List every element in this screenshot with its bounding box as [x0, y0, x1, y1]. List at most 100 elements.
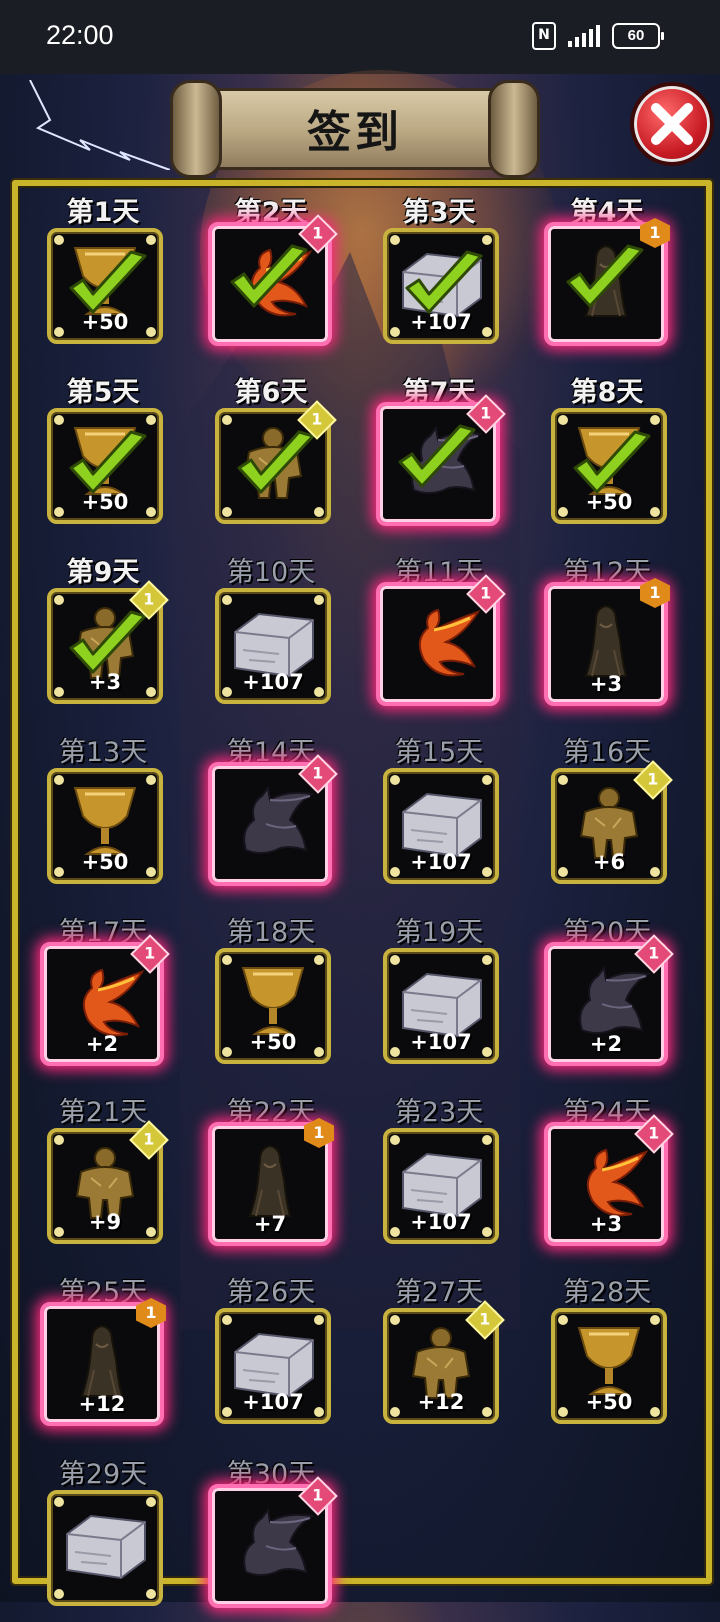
reward-amount: +9: [88, 1210, 122, 1234]
day-label: 第19天: [394, 917, 484, 948]
day-reward-cell[interactable]: 第24天 +3 1: [524, 1090, 690, 1260]
lightning-icon: [29, 80, 170, 170]
reward-tile[interactable]: +50: [47, 768, 163, 884]
status-bar: 22:00 N 60: [0, 0, 720, 74]
reward-tile[interactable]: +9 1: [47, 1120, 169, 1244]
day-reward-cell[interactable]: 第18天 +50: [188, 910, 354, 1080]
reward-amount: +50: [585, 1390, 633, 1414]
reward-tile[interactable]: +107: [383, 228, 499, 344]
reward-tile[interactable]: +107: [383, 1128, 499, 1244]
reward-amount: +3: [589, 672, 623, 696]
reward-tile[interactable]: +50: [551, 1308, 667, 1424]
reward-tile[interactable]: 1: [544, 218, 670, 346]
reward-tile[interactable]: +50: [47, 228, 163, 344]
day-label: 第10天: [226, 557, 316, 588]
reward-tile[interactable]: +107: [215, 588, 331, 704]
checkmark-icon: [226, 244, 310, 314]
close-button[interactable]: [630, 82, 714, 166]
reward-tile[interactable]: 1: [376, 394, 506, 526]
reward-tile[interactable]: 1: [215, 400, 337, 524]
day-reward-cell[interactable]: 第25天 +12 1: [20, 1270, 186, 1440]
reward-tile[interactable]: +107: [383, 948, 499, 1064]
reward-tile[interactable]: +2 1: [40, 934, 170, 1066]
wraith-icon: [562, 600, 650, 680]
day-reward-cell[interactable]: 第4天 1: [524, 190, 690, 360]
wraith-icon: [226, 1140, 314, 1220]
rank-badge-text: 1: [143, 1129, 155, 1149]
reward-tile[interactable]: +3 1: [47, 580, 169, 704]
day-reward-cell[interactable]: 第6天 1: [188, 370, 354, 540]
day-label: 第26天: [226, 1277, 316, 1308]
reward-amount: +50: [81, 850, 129, 874]
day-label: 第29天: [58, 1459, 148, 1490]
reward-tile[interactable]: +6 1: [551, 760, 673, 884]
reward-tile[interactable]: 1: [208, 754, 338, 886]
day-reward-cell[interactable]: 第27天 +12 1: [356, 1270, 522, 1440]
dragon-icon: [562, 960, 651, 1040]
day-reward-cell[interactable]: 第20天 +2 1: [524, 910, 690, 1080]
day-reward-cell[interactable]: 第21天 +9 1: [20, 1090, 186, 1260]
wraith-icon: [58, 1320, 146, 1400]
tile-corner: [222, 507, 232, 517]
reward-tile[interactable]: [47, 1490, 163, 1606]
day-reward-cell[interactable]: 第30天 1: [188, 1452, 354, 1622]
day-reward-cell[interactable]: 第3天 +107: [356, 190, 522, 360]
day-reward-cell[interactable]: 第1天 +50: [20, 190, 186, 360]
reward-tile[interactable]: 1: [208, 214, 338, 346]
day-label: 第16天: [562, 737, 652, 768]
checkmark-icon: [65, 250, 149, 320]
close-icon: [651, 103, 693, 145]
day-label: 第3天: [402, 197, 476, 228]
reward-tile[interactable]: +50: [215, 948, 331, 1064]
rank-badge-text: 1: [312, 763, 324, 783]
title-banner: 签到: [170, 80, 540, 178]
reward-tile[interactable]: 1: [376, 574, 506, 706]
reward-tile[interactable]: +3 1: [544, 578, 670, 706]
day-reward-cell[interactable]: 第26天 +107: [188, 1270, 354, 1440]
day-label: 第21天: [58, 1097, 148, 1128]
day-reward-cell[interactable]: 第16天 +6 1: [524, 730, 690, 900]
reward-tile[interactable]: +12 1: [383, 1300, 505, 1424]
day-reward-cell[interactable]: 第12天 +3 1: [524, 550, 690, 720]
day-reward-cell[interactable]: 第15天 +107: [356, 730, 522, 900]
day-label: 第9天: [66, 557, 140, 588]
day-reward-cell[interactable]: 第22天 +7 1: [188, 1090, 354, 1260]
day-reward-cell[interactable]: 第2天 1: [188, 190, 354, 360]
day-label: 第8天: [570, 377, 644, 408]
reward-tile[interactable]: +50: [47, 408, 163, 524]
rank-badge-text: 1: [649, 223, 661, 242]
day-reward-cell[interactable]: 第17天 +2 1: [20, 910, 186, 1080]
reward-tile[interactable]: +7 1: [208, 1118, 334, 1246]
day-reward-cell[interactable]: 第8天 +50: [524, 370, 690, 540]
day-reward-cell[interactable]: 第28天 +50: [524, 1270, 690, 1440]
day-label: 第27天: [394, 1277, 484, 1308]
reward-tile[interactable]: +2 1: [544, 934, 674, 1066]
reward-tile[interactable]: +107: [383, 768, 499, 884]
reward-tile[interactable]: +50: [551, 408, 667, 524]
reward-tile[interactable]: +12 1: [40, 1298, 166, 1426]
tile-corner: [314, 507, 324, 517]
day-reward-cell[interactable]: 第19天 +107: [356, 910, 522, 1080]
reward-tile[interactable]: +3 1: [544, 1114, 674, 1246]
day-reward-cell[interactable]: 第10天 +107: [188, 550, 354, 720]
reward-amount: +7: [253, 1212, 287, 1236]
signal-icon: [568, 25, 600, 47]
day-reward-cell[interactable]: 第14天 1: [188, 730, 354, 900]
rank-badge-text: 1: [480, 403, 492, 423]
checkmark-icon: [562, 244, 646, 314]
day-reward-cell[interactable]: 第29天: [20, 1452, 186, 1622]
dragon-icon: [226, 780, 315, 860]
day-reward-cell[interactable]: 第9天 +3 1: [20, 550, 186, 720]
reward-amount: +107: [410, 850, 472, 874]
day-reward-cell[interactable]: 第11天 1: [356, 550, 522, 720]
day-reward-cell[interactable]: 第13天 +50: [20, 730, 186, 900]
day-reward-cell[interactable]: 第5天 +50: [20, 370, 186, 540]
rank-badge-text: 1: [143, 589, 155, 609]
day-reward-cell[interactable]: 第23天 +107: [356, 1090, 522, 1260]
reward-tile[interactable]: 1: [208, 1476, 338, 1608]
reward-tile[interactable]: +107: [215, 1308, 331, 1424]
day-reward-cell[interactable]: 第7天 1: [356, 370, 522, 540]
nfc-icon: N: [532, 22, 556, 50]
tile-corner: [54, 1589, 64, 1599]
checkmark-icon: [65, 430, 149, 500]
